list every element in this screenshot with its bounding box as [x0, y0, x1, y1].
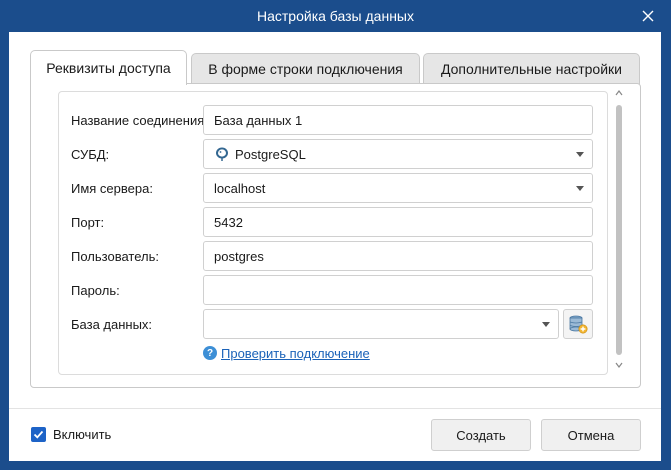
dialog-title: Настройка базы данных	[257, 8, 414, 24]
tab-advanced-settings[interactable]: Дополнительные настройки	[423, 53, 640, 84]
check-connection-link[interactable]: Проверить подключение	[221, 346, 370, 361]
dbms-value: PostgreSQL	[235, 146, 306, 162]
server-label: Имя сервера:	[71, 180, 153, 196]
port-value: 5432	[214, 214, 243, 230]
form-area: Название соединения: База данных 1 СУБД:…	[58, 91, 608, 375]
vertical-scrollbar[interactable]	[614, 89, 624, 379]
scroll-down-icon[interactable]	[615, 361, 623, 369]
connection-name-label: Название соединения:	[71, 112, 208, 128]
postgresql-icon	[216, 147, 228, 161]
database-label: База данных:	[71, 316, 153, 332]
dialog-body: Реквизиты доступа В форме строки подключ…	[9, 32, 661, 461]
dialog-window: Настройка базы данных Реквизиты доступа …	[0, 0, 671, 470]
create-database-button[interactable]	[563, 309, 593, 339]
port-input[interactable]: 5432	[203, 207, 593, 237]
server-select[interactable]: localhost	[203, 173, 593, 203]
password-input[interactable]	[203, 275, 593, 305]
chevron-down-icon	[576, 152, 584, 157]
cancel-button-label: Отмена	[567, 427, 615, 443]
password-label: Пароль:	[71, 282, 120, 298]
chevron-down-icon	[576, 186, 584, 191]
enable-checkbox[interactable]	[31, 427, 46, 442]
user-label: Пользователь:	[71, 248, 159, 264]
scroll-up-icon[interactable]	[615, 89, 623, 97]
checkmark-icon	[33, 430, 44, 439]
cancel-button[interactable]: Отмена	[541, 419, 641, 451]
user-input[interactable]: postgres	[203, 241, 593, 271]
dbms-select[interactable]: PostgreSQL	[203, 139, 593, 169]
tab-label: Дополнительные настройки	[441, 61, 622, 77]
tab-connection-string[interactable]: В форме строки подключения	[191, 53, 420, 84]
title-bar: Настройка базы данных	[0, 0, 671, 32]
user-value: postgres	[214, 248, 264, 264]
database-select[interactable]	[203, 309, 559, 339]
check-connection: ? Проверить подключение	[203, 344, 370, 362]
question-icon: ?	[203, 346, 217, 360]
tab-panel: Название соединения: База данных 1 СУБД:…	[30, 83, 641, 388]
connection-name-value: База данных 1	[214, 112, 303, 128]
footer-divider	[9, 408, 661, 409]
tab-access-credentials[interactable]: Реквизиты доступа	[30, 50, 187, 85]
chevron-down-icon	[542, 322, 550, 327]
database-add-icon	[569, 315, 588, 334]
enable-label[interactable]: Включить	[53, 425, 111, 444]
close-icon[interactable]	[639, 7, 657, 25]
create-button[interactable]: Создать	[431, 419, 531, 451]
tab-label: Реквизиты доступа	[46, 60, 171, 76]
server-value: localhost	[214, 180, 266, 196]
dbms-label: СУБД:	[71, 146, 110, 162]
create-button-label: Создать	[456, 427, 506, 443]
port-label: Порт:	[71, 214, 105, 230]
scrollbar-thumb[interactable]	[616, 105, 622, 355]
tab-label: В форме строки подключения	[208, 61, 403, 77]
connection-name-input[interactable]: База данных 1	[203, 105, 593, 135]
